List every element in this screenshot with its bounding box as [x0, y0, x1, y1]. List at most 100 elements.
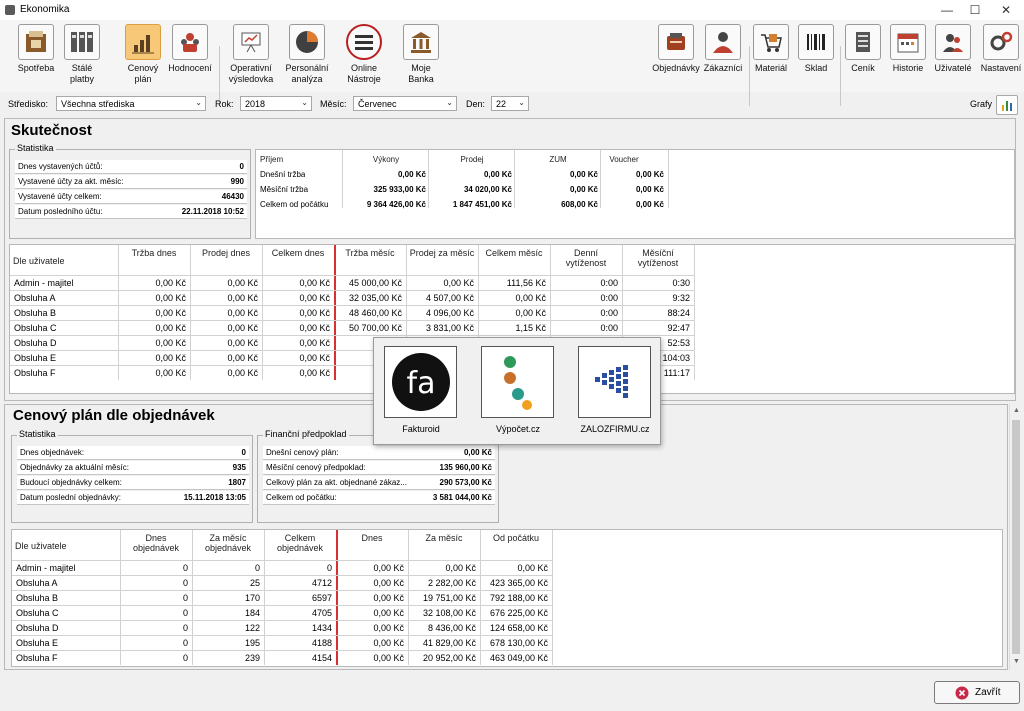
- vypocet-tile[interactable]: [481, 346, 554, 418]
- toolbar-separator: [749, 46, 750, 106]
- table-cell: 19 751,00 Kč: [422, 593, 476, 603]
- toolbar-historie[interactable]: Historie: [887, 24, 929, 74]
- stat-row: Dnešní cenový plán: 0,00 Kč: [263, 446, 495, 460]
- close-button[interactable]: Zavřít: [934, 681, 1020, 704]
- fixed-payments-icon: [64, 24, 100, 60]
- toolbar-zakaznici[interactable]: Zákazníci: [701, 24, 745, 74]
- row-user-name: Obsluha C: [16, 608, 59, 618]
- column-header[interactable]: Měsíční vytíženost: [625, 248, 691, 268]
- income-cell: 0,00 Kč: [635, 200, 664, 209]
- table-cell: 0,00 Kč: [299, 278, 330, 288]
- table-cell: 195: [244, 638, 260, 648]
- table-cell: 0:00: [600, 278, 618, 288]
- toolbar-label: Personální analýza: [285, 63, 329, 84]
- column-header[interactable]: Prodej za měsíc: [409, 248, 475, 258]
- stat-label: Vystavené účty za akt. měsíc:: [18, 177, 124, 186]
- table-cell: 2 282,00 Kč: [427, 578, 476, 588]
- toolbar-cenovy-plan[interactable]: Cenový plán: [119, 24, 167, 85]
- mesic-select[interactable]: Červenec ⌄: [353, 96, 457, 111]
- table-cell: 0,00 Kč: [155, 323, 186, 333]
- scroll-up-icon[interactable]: ▲: [1013, 407, 1020, 414]
- table-cell: 0,00 Kč: [517, 563, 548, 573]
- table-cell: 0,00 Kč: [373, 563, 404, 573]
- income-cell: 1 847 451,00 Kč: [452, 200, 512, 209]
- column-header[interactable]: Celkem měsíc: [481, 248, 547, 258]
- toolbar-sklad[interactable]: Sklad: [796, 24, 836, 74]
- scroll-thumb[interactable]: [1012, 420, 1020, 654]
- income-cell: 325 933,00 Kč: [373, 185, 427, 194]
- income-cell: 0,00 Kč: [483, 170, 512, 179]
- table-cell: 0: [182, 608, 188, 618]
- income-row-label: Dnešní tržba: [260, 170, 306, 179]
- toolbar-stale-platby[interactable]: Stálé platby: [58, 24, 106, 85]
- column-header[interactable]: Od počátku: [483, 533, 549, 543]
- stat-label: Celkový plán za akt. objednané zákaz...: [266, 478, 407, 487]
- toolbar-hodnoceni[interactable]: Hodnocení: [164, 24, 216, 74]
- row-user-name: Obsluha A: [16, 578, 58, 588]
- stat-row: Vystavené účty za akt. měsíc: 990: [15, 175, 247, 189]
- fakturoid-tile[interactable]: fa: [384, 346, 457, 418]
- stat-row: Budoucí objednávky celkem: 1807: [17, 476, 249, 490]
- column-header[interactable]: Celkem dnes: [265, 248, 331, 258]
- toolbar-nastaveni[interactable]: Nastavení: [979, 24, 1023, 74]
- toolbar-spotreba[interactable]: Spotřeba: [12, 24, 60, 74]
- group-legend: Finanční předpoklad: [263, 429, 349, 439]
- toolbar-cenik[interactable]: Ceník: [843, 24, 883, 74]
- column-header[interactable]: Prodej dnes: [193, 248, 259, 258]
- close-window-button[interactable]: ✕: [995, 2, 1017, 18]
- toolbar-objednavky[interactable]: Objednávky: [650, 24, 702, 74]
- table-cell: 0,00 Kč: [155, 308, 186, 318]
- stat-label: Datum poslední objednávky:: [20, 493, 121, 502]
- column-header[interactable]: Celkem objednávek: [267, 533, 333, 553]
- table-cell: 1434: [311, 623, 332, 633]
- stat-label: Měsíční cenový předpoklad:: [266, 463, 366, 472]
- minimize-button[interactable]: —: [936, 2, 958, 18]
- consumption-icon: [18, 24, 54, 60]
- stat-value: 46430: [221, 192, 244, 201]
- toolbar-material[interactable]: Materiál: [751, 24, 791, 74]
- column-header[interactable]: Za měsíc objednávek: [195, 533, 261, 553]
- users-icon: [935, 24, 971, 60]
- charts-button[interactable]: [996, 95, 1018, 115]
- column-header[interactable]: Dnes objednávek: [123, 533, 189, 553]
- toolbar-uzivatele[interactable]: Uživatelé: [932, 24, 974, 74]
- stredisko-select[interactable]: Všechna střediska ⌄: [56, 96, 206, 111]
- toolbar-label: Operativní výsledovka: [228, 63, 274, 84]
- gears-icon: [983, 24, 1019, 60]
- scrollbar[interactable]: ▲ ▼: [1009, 404, 1021, 670]
- column-header[interactable]: Dle uživatele: [15, 541, 117, 551]
- zalozfirmu-tile[interactable]: [578, 346, 651, 418]
- column-header[interactable]: Za měsíc: [411, 533, 477, 543]
- column-header[interactable]: Denní vytíženost: [553, 248, 619, 268]
- table-cell: 124 658,00 Kč: [489, 623, 548, 633]
- orders-icon: [658, 24, 694, 60]
- income-header: Výkony: [372, 155, 400, 164]
- table-cell: 6597: [311, 593, 332, 603]
- income-row-label: Celkem od počátku: [260, 200, 329, 209]
- stat-row: Objednávky za aktuální měsíc: 935: [17, 461, 249, 475]
- table-cell: 32 035,00 Kč: [348, 293, 402, 303]
- maximize-button[interactable]: ☐: [964, 2, 986, 18]
- toolbar-personalni-analyza[interactable]: Personální analýza: [281, 24, 333, 85]
- rok-select[interactable]: 2018 ⌄: [240, 96, 312, 111]
- toolbar-label: Zákazníci: [703, 63, 743, 73]
- toolbar-label: Hodnocení: [168, 63, 212, 73]
- column-header[interactable]: Dnes: [339, 533, 405, 543]
- toolbar-online-nastroje[interactable]: Online Nástroje: [338, 24, 390, 85]
- popup-label: Výpočet.cz: [495, 424, 541, 434]
- income-cell: 0,00 Kč: [569, 185, 598, 194]
- column-header[interactable]: Dle uživatele: [13, 256, 115, 266]
- den-select[interactable]: 22 ⌄: [491, 96, 529, 111]
- column-header[interactable]: Tržba dnes: [121, 248, 187, 258]
- table-cell: 0,00 Kč: [443, 278, 474, 288]
- column-header[interactable]: Tržba měsíc: [337, 248, 403, 258]
- toolbar-operativni-vysledovka[interactable]: Operativní výsledovka: [224, 24, 278, 85]
- table-cell: 0,00 Kč: [373, 578, 404, 588]
- toolbar-moje-banka[interactable]: Moje Banka: [398, 24, 444, 85]
- chevron-down-icon: ⌄: [446, 98, 453, 107]
- pie-chart-icon: [289, 24, 325, 60]
- window-title: Ekonomika: [20, 4, 70, 15]
- scroll-down-icon[interactable]: ▼: [1013, 658, 1020, 665]
- price-plan-icon: [125, 24, 161, 60]
- toolbar-label: Cenový plán: [127, 63, 159, 84]
